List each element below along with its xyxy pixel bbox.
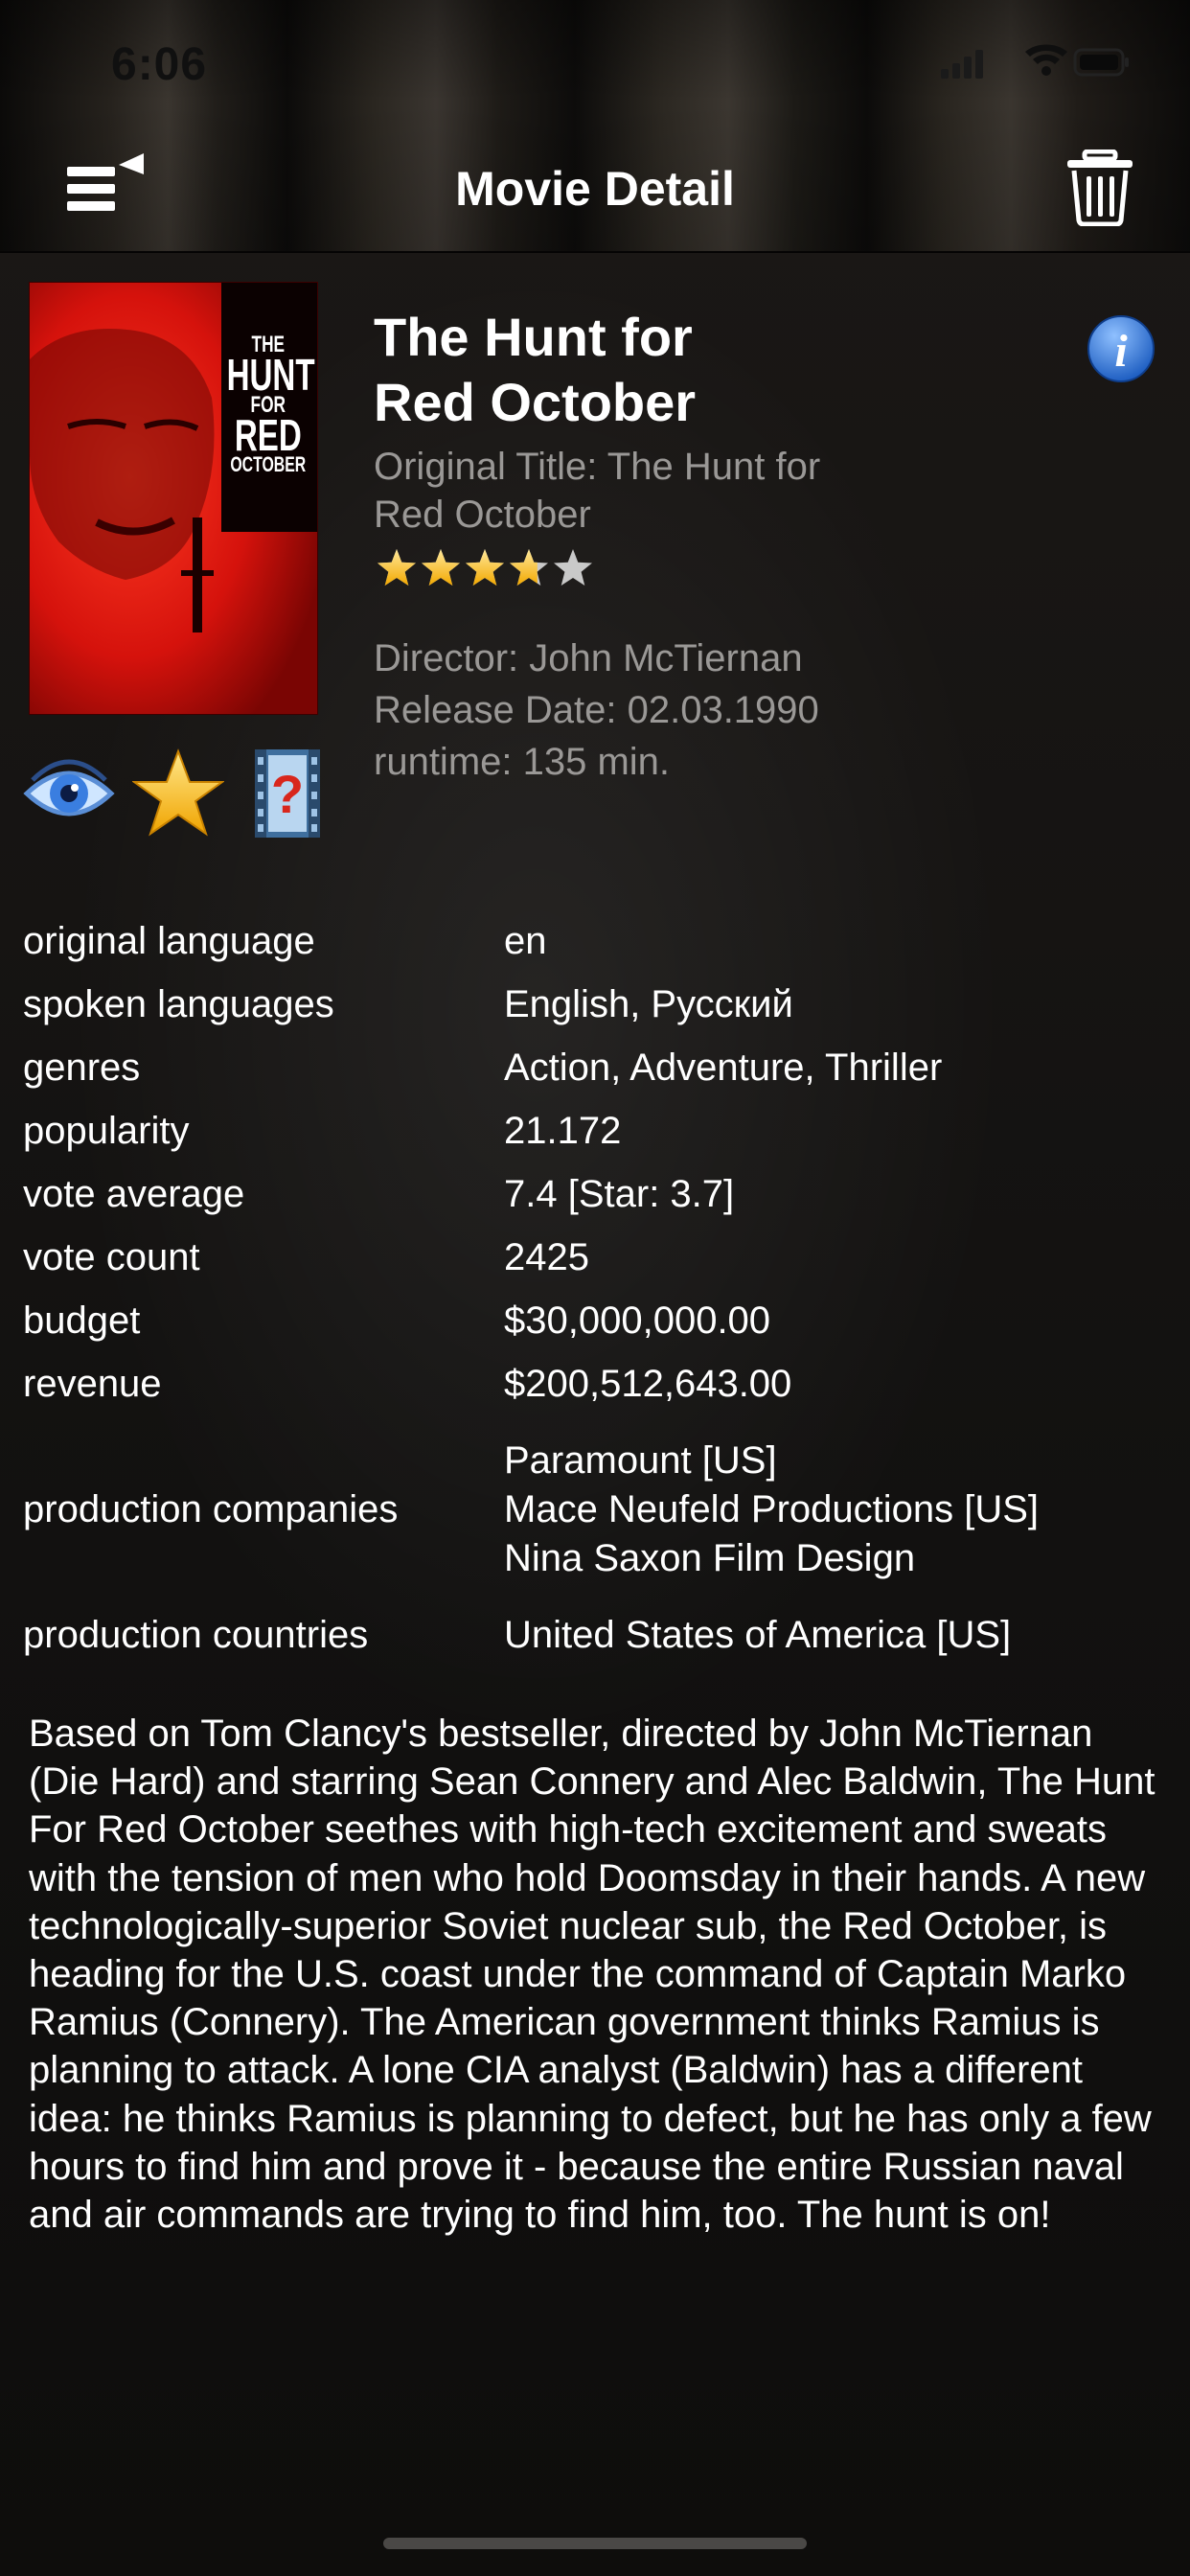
star-rating — [378, 549, 592, 586]
detail-value: Mace Neufeld Productions [US] — [504, 1488, 1040, 1530]
rating-star — [378, 549, 416, 586]
detail-key: revenue — [23, 1363, 162, 1405]
movie-title: The Hunt for Red October — [374, 307, 697, 432]
detail-value: Nina Saxon Film Design — [504, 1537, 916, 1579]
battery-icon — [1073, 48, 1129, 77]
detail-value: Action, Adventure, Thriller — [504, 1046, 943, 1089]
detail-key: original language — [23, 920, 315, 962]
trash-icon[interactable] — [1065, 150, 1134, 226]
movie-meta: Director: John McTiernan Release Date: 0… — [374, 632, 1044, 788]
svg-text:i: i — [1114, 326, 1128, 377]
detail-key: production countries — [23, 1614, 369, 1656]
watched-eye-icon[interactable] — [23, 748, 115, 840]
detail-key: vote count — [23, 1236, 200, 1278]
detail-value: en — [504, 920, 547, 962]
home-indicator — [383, 2538, 807, 2549]
rating-star — [466, 549, 504, 586]
page-title: Movie Detail — [455, 162, 735, 216]
detail-key: vote average — [23, 1173, 245, 1215]
signal-icon — [941, 50, 983, 79]
info-icon[interactable]: i — [1087, 314, 1156, 383]
wifi-icon — [1025, 44, 1067, 76]
favorite-star-icon[interactable] — [132, 748, 224, 840]
release-date: Release Date: 02.03.1990 — [374, 689, 819, 731]
poster-title: THE HUNT FOR RED OCTOBER — [226, 332, 315, 476]
status-icons — [941, 44, 1129, 79]
rating-star — [554, 549, 592, 586]
movie-poster[interactable]: THE HUNT FOR RED OCTOBER — [29, 282, 318, 715]
detail-key: genres — [23, 1046, 141, 1089]
detail-value: $30,000,000.00 — [504, 1300, 771, 1342]
detail-value: 21.172 — [504, 1110, 622, 1152]
runtime: runtime: 135 min. — [374, 741, 671, 783]
detail-key: budget — [23, 1300, 141, 1342]
detail-value: 7.4 [Star: 3.7] — [504, 1173, 735, 1215]
detail-value: United States of America [US] — [504, 1614, 1012, 1656]
unknown-film-icon[interactable]: ? — [251, 748, 324, 840]
rating-star — [510, 549, 548, 586]
detail-value: English, Русский — [504, 983, 793, 1025]
detail-key: production companies — [23, 1488, 399, 1530]
rating-star — [422, 549, 460, 586]
movie-overview: Based on Tom Clancy's bestseller, direct… — [29, 1713, 1156, 2237]
detail-key: popularity — [23, 1110, 190, 1152]
detail-value: Paramount [US] — [504, 1439, 777, 1482]
svg-text:?: ? — [271, 764, 304, 824]
detail-value: 2425 — [504, 1236, 589, 1278]
status-time: 6:06 — [111, 39, 208, 90]
detail-value: $200,512,643.00 — [504, 1363, 792, 1405]
original-title: Original Title: The Hunt for Red October — [374, 446, 821, 536]
detail-key: spoken languages — [23, 983, 334, 1025]
director: Director: John McTiernan — [374, 637, 803, 679]
